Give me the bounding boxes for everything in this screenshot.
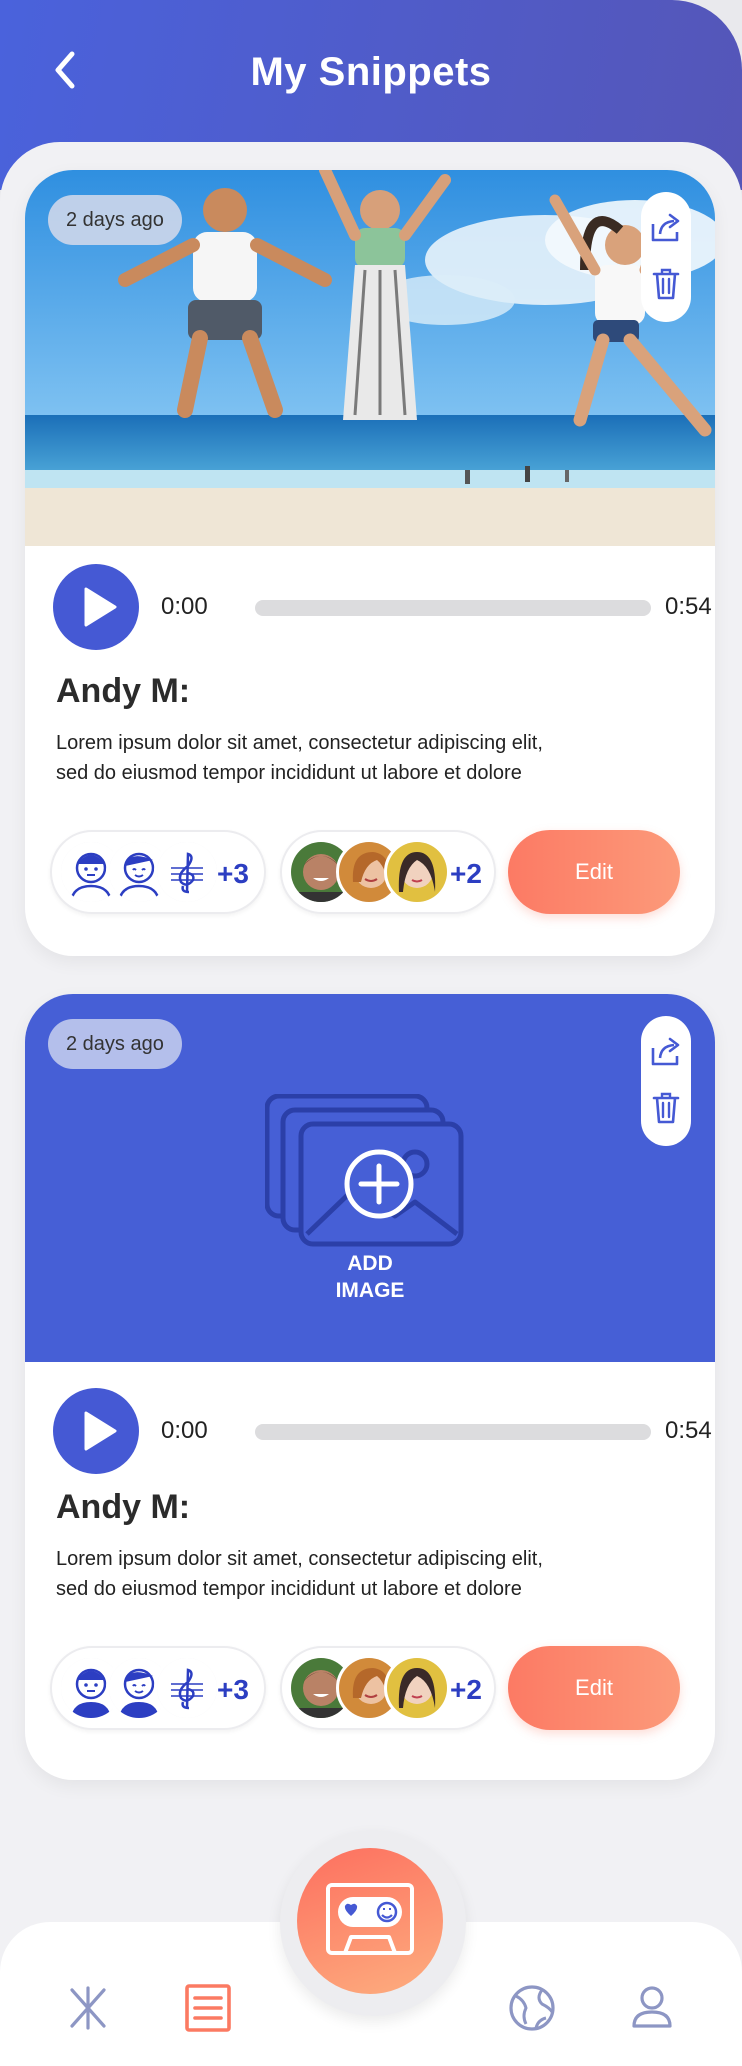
snippet-card: 2 days ago xyxy=(25,994,715,1780)
edit-button[interactable]: Edit xyxy=(508,830,680,914)
time-badge: 2 days ago xyxy=(48,1019,182,1069)
record-button[interactable] xyxy=(297,1848,443,1994)
trash-icon xyxy=(652,1092,680,1124)
play-button[interactable] xyxy=(53,564,139,650)
snippet-actions xyxy=(641,1016,691,1146)
collaborators-group[interactable]: +3 xyxy=(50,1646,266,1730)
play-icon xyxy=(84,1411,117,1451)
treble-clef-icon xyxy=(157,1658,217,1718)
collaborators-count: +3 xyxy=(217,858,249,889)
snippet-card: 2 days ago xyxy=(25,170,715,956)
share-button[interactable] xyxy=(648,1034,684,1070)
image-placeholder: 2 days ago ADD IMAGE xyxy=(25,994,715,1362)
share-icon xyxy=(651,1037,680,1066)
duration: 0:54 xyxy=(665,1417,712,1444)
nav-item-explore[interactable] xyxy=(502,1978,562,2038)
listeners-count: +2 xyxy=(450,858,482,889)
globe-icon xyxy=(509,1985,555,2031)
avatar xyxy=(154,1655,220,1721)
progress-bar[interactable] xyxy=(255,600,651,616)
add-image-label: ADD IMAGE xyxy=(335,1252,405,1302)
collaborators-group[interactable]: +3 xyxy=(50,830,266,914)
trash-icon xyxy=(652,268,680,300)
play-icon xyxy=(84,587,117,627)
description-line: sed do eiusmod tempor incididunt ut labo… xyxy=(56,1578,522,1600)
snippet-actions xyxy=(641,192,691,322)
avatar xyxy=(384,839,450,905)
treble-clef-icon xyxy=(157,842,217,902)
snippet-photo[interactable]: 2 days ago xyxy=(25,170,715,546)
profile-icon xyxy=(632,1986,672,2028)
snippet-description: Lorem ipsum dolor sit amet, consectetur … xyxy=(56,1544,656,1604)
sparkle-icon xyxy=(70,1986,106,2030)
current-time: 0:00 xyxy=(161,1417,208,1444)
current-time: 0:00 xyxy=(161,593,208,620)
delete-button[interactable] xyxy=(648,1090,684,1126)
duration: 0:54 xyxy=(665,593,712,620)
listeners-group[interactable]: +2 xyxy=(280,1646,496,1730)
list-icon xyxy=(185,1984,231,2032)
nav-item-profile[interactable] xyxy=(622,1978,682,2038)
avatar xyxy=(384,1655,450,1721)
description-line: Lorem ipsum dolor sit amet, consectetur … xyxy=(56,1548,543,1570)
page-title: My Snippets xyxy=(250,50,492,94)
avatar xyxy=(154,839,220,905)
progress-bar[interactable] xyxy=(255,1424,651,1440)
snippet-description: Lorem ipsum dolor sit amet, consectetur … xyxy=(56,728,656,788)
cassette-icon xyxy=(326,1883,414,1955)
description-line: Lorem ipsum dolor sit amet, consectetur … xyxy=(56,732,543,754)
share-button[interactable] xyxy=(648,210,684,246)
play-button[interactable] xyxy=(53,1388,139,1474)
listeners-group[interactable]: +2 xyxy=(280,830,496,914)
time-badge: 2 days ago xyxy=(48,195,182,245)
share-icon xyxy=(651,213,680,242)
nav-item-snippets[interactable] xyxy=(178,1978,238,2038)
delete-button[interactable] xyxy=(648,266,684,302)
author-name: Andy M: xyxy=(56,672,191,710)
collaborators-count: +3 xyxy=(217,1674,249,1705)
audio-player: 0:00 0:54 xyxy=(53,562,712,652)
audio-player: 0:00 0:54 xyxy=(53,1386,712,1476)
edit-button[interactable]: Edit xyxy=(508,1646,680,1730)
nav-item-discover[interactable] xyxy=(58,1978,118,2038)
listeners-count: +2 xyxy=(450,1674,482,1705)
description-line: sed do eiusmod tempor incididunt ut labo… xyxy=(56,762,522,784)
author-name: Andy M: xyxy=(56,1488,191,1526)
